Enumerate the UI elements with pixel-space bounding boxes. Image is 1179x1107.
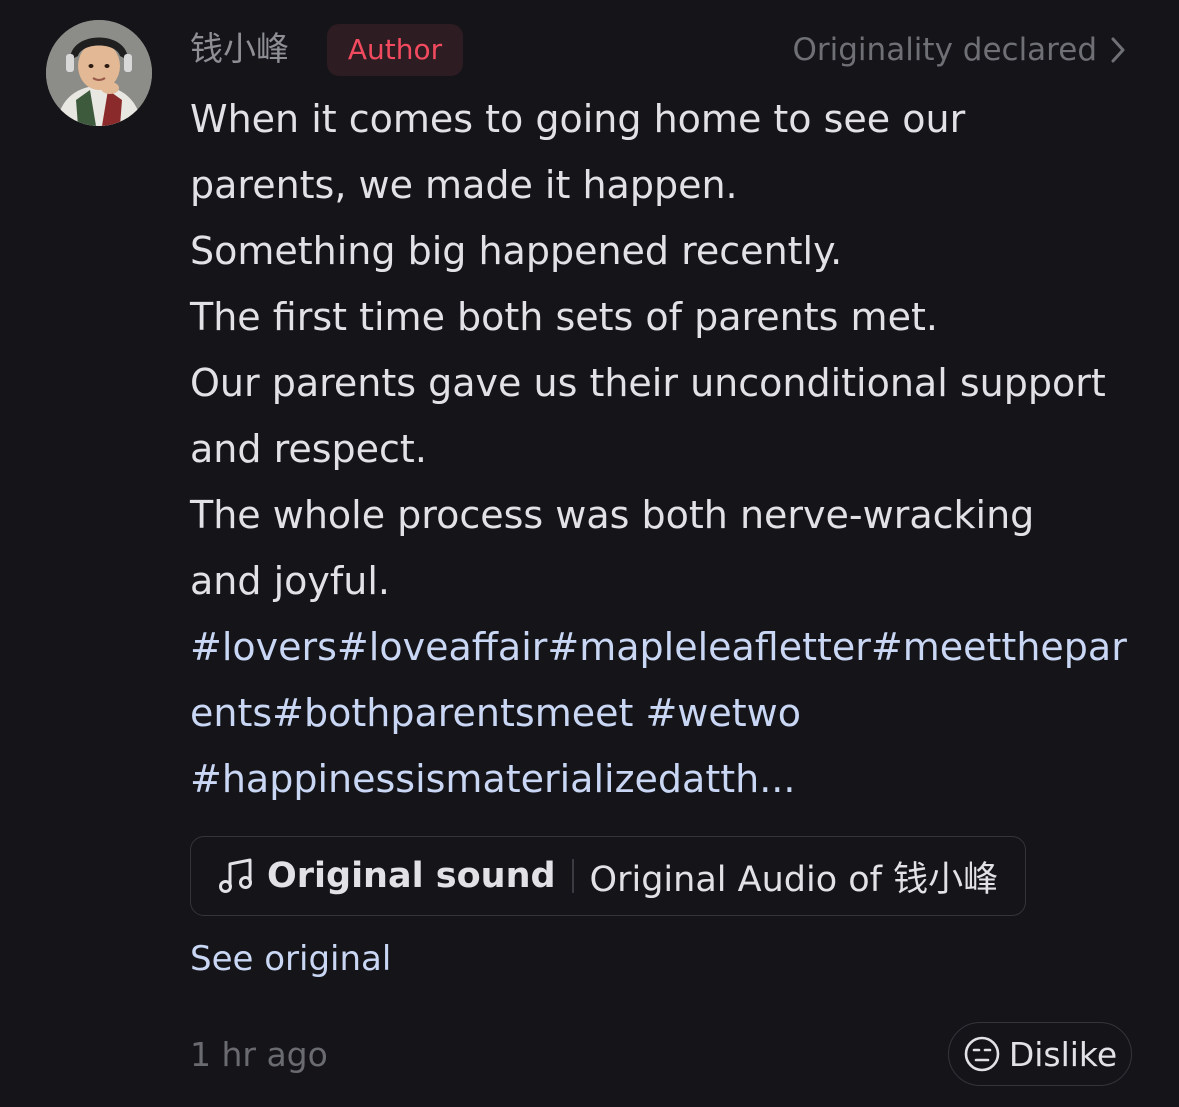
hashtag-line[interactable]: ents#bothparentsmeet #wetwo [190, 680, 1165, 746]
original-sound-chip[interactable]: Original sound Original Audio of 钱小峰 [190, 836, 1026, 916]
originality-label: Originality declared [792, 32, 1098, 68]
hashtag-line[interactable]: #lovers#loveaffair#mapleleafletter#meett… [190, 614, 1165, 680]
hashtag-line[interactable]: #happinessismaterializedatth... [190, 746, 1165, 812]
dislike-label: Dislike [1008, 1034, 1118, 1074]
post-body: When it comes to going home to see our p… [190, 86, 1165, 812]
avatar[interactable] [46, 20, 152, 126]
neutral-face-icon [963, 1035, 1001, 1073]
body-line: The whole process was both nerve-wrackin… [190, 493, 1035, 537]
sound-title: Original Audio of 钱小峰 [589, 859, 999, 900]
sound-label: Original sound [267, 856, 556, 896]
chevron-right-icon [1111, 37, 1125, 63]
body-line: and respect. [190, 427, 427, 471]
originality-declared-link[interactable]: Originality declared [793, 28, 1126, 72]
dislike-button[interactable]: Dislike [948, 1022, 1132, 1086]
author-badge: Author [327, 24, 463, 76]
music-note-icon [217, 856, 257, 896]
sound-divider [571, 859, 574, 893]
body-line: parents, we made it happen. [190, 163, 738, 207]
body-line: Our parents gave us their unconditional … [190, 361, 1106, 405]
avatar-image [46, 20, 152, 126]
body-line: When it comes to going home to see our [190, 97, 966, 141]
body-line: The first time both sets of parents met. [190, 295, 938, 339]
see-original-link[interactable]: See original [190, 936, 391, 982]
timestamp: 1 hr ago [190, 1035, 328, 1074]
body-line: and joyful. [190, 559, 390, 603]
body-line: Something big happened recently. [190, 229, 843, 273]
username[interactable]: 钱小峰 [190, 26, 289, 72]
